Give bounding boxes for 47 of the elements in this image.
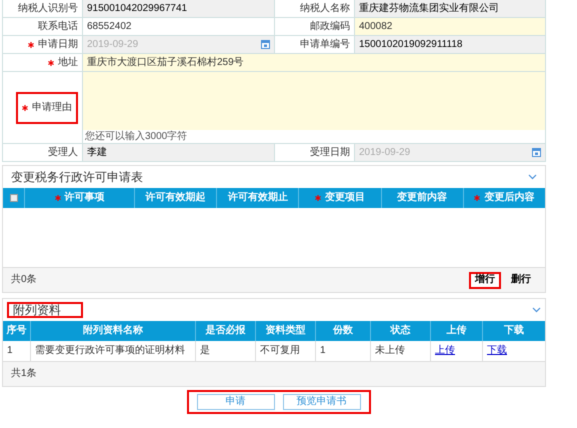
field-label: 申请日期 [38, 38, 78, 50]
column-label: 许可有效期止 [228, 192, 288, 204]
column-label: 变更项目 [325, 192, 365, 204]
field-label: 邮政编码 [310, 20, 350, 32]
table-cell: 1 [7, 345, 13, 357]
calendar-icon[interactable] [261, 40, 270, 49]
calendar-icon[interactable] [532, 148, 541, 157]
table-cell: 1 [320, 345, 326, 357]
table-cell: 是 [200, 345, 210, 357]
field-label: 联系电话 [38, 20, 78, 32]
column-label: 变更前内容 [397, 192, 448, 204]
column-label: 许可有效期起 [146, 192, 206, 204]
field-label: 地址 [58, 56, 78, 68]
readonly-field: 915001042029967741 [83, 0, 274, 17]
hint-text: 您还可以输入3000字符 [84, 130, 188, 143]
action-button[interactable]: 申请 [196, 394, 274, 410]
table-cell: 未上传 [375, 345, 405, 357]
table-action-button[interactable]: 增行 [469, 272, 501, 288]
chevron-icon[interactable] [528, 174, 537, 180]
date-value: 2019-09-29 [359, 146, 410, 158]
row-count: 共0条 [11, 274, 37, 286]
readonly-field: 1500102019092911118 [355, 36, 545, 53]
table-action-button[interactable]: 删行 [505, 272, 537, 288]
action-button[interactable]: 预览申请书 [282, 394, 360, 410]
chevron-icon[interactable] [532, 307, 541, 313]
table-link[interactable]: 下载 [487, 345, 507, 357]
field-label: 受理人 [48, 146, 78, 158]
table-cell: 不可复用 [260, 345, 300, 357]
column-label: 变更后内容 [484, 192, 534, 204]
date-value: 2019-09-29 [87, 38, 138, 50]
table-cell: 需要变更行政许可事项的证明材料 [35, 345, 185, 357]
column-label: 许可事项 [64, 192, 104, 204]
select-all-checkbox[interactable] [10, 194, 18, 202]
field-label: 申请单编号 [300, 38, 350, 50]
field-label: 纳税人名称 [300, 2, 350, 14]
field-label: 申请理由 [32, 102, 72, 114]
input-field[interactable]: 400082 [355, 18, 545, 35]
readonly-field: 重庆建芬物流集团实业有限公司 [355, 0, 545, 17]
field-label: 受理日期 [310, 146, 350, 158]
column-header: 下载 [503, 324, 525, 338]
section-title: 附列资料 [7, 302, 83, 318]
row-count: 共1条 [11, 368, 37, 380]
table-link[interactable]: 上传 [435, 345, 455, 357]
input-field[interactable]: 重庆市大渡口区茄子溪石棉村259号 [83, 54, 545, 71]
field-label: 纳税人识别号 [18, 2, 78, 14]
section-title: 变更税务行政许可申请表 [11, 171, 143, 183]
readonly-field: 李建 [83, 144, 274, 161]
